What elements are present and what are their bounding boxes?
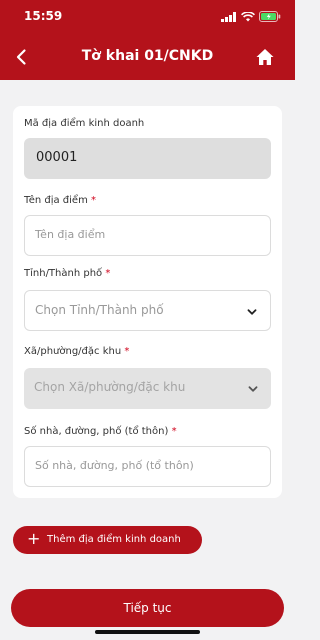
- ward-select[interactable]: Chọn Xã/phường/đặc khu: [24, 368, 271, 409]
- code-value: 00001: [36, 150, 78, 165]
- province-placeholder: Chọn Tỉnh/Thành phố: [35, 303, 164, 317]
- required-mark: *: [124, 346, 130, 357]
- home-indicator: [95, 630, 200, 634]
- chevron-down-icon: [247, 309, 257, 315]
- app-header: Tờ khai 01/CNKD: [0, 34, 295, 80]
- ward-placeholder: Chọn Xã/phường/đặc khu: [34, 380, 186, 394]
- street-input[interactable]: Số nhà, đường, phố (tổ thôn): [24, 446, 271, 487]
- province-select[interactable]: Chọn Tỉnh/Thành phố: [24, 290, 271, 331]
- name-label: Tên địa điểm *: [24, 195, 97, 206]
- home-icon[interactable]: [255, 47, 275, 67]
- battery-icon: [259, 11, 281, 22]
- status-bar: 15:59: [0, 0, 295, 34]
- street-placeholder: Số nhà, đường, phố (tổ thôn): [35, 459, 194, 472]
- add-location-button[interactable]: + Thêm địa điểm kinh doanh: [13, 526, 202, 554]
- name-input[interactable]: Tên địa điểm: [24, 215, 271, 256]
- status-icons: [221, 11, 281, 22]
- code-label: Mã địa điểm kinh doanh: [24, 118, 145, 129]
- wifi-icon: [241, 11, 255, 21]
- add-location-label: Thêm địa điểm kinh doanh: [47, 534, 181, 545]
- required-mark: *: [171, 426, 177, 437]
- signal-icon: [221, 11, 236, 22]
- required-mark: *: [91, 195, 97, 206]
- chevron-down-icon: [248, 386, 258, 392]
- plus-icon: +: [27, 529, 41, 548]
- province-label: Tỉnh/Thành phố *: [24, 268, 111, 279]
- continue-button[interactable]: Tiếp tục: [11, 589, 284, 627]
- ward-label: Xã/phường/đặc khu *: [24, 346, 130, 357]
- status-time: 15:59: [24, 9, 63, 23]
- required-mark: *: [105, 268, 111, 279]
- page-title: Tờ khai 01/CNKD: [81, 48, 214, 64]
- code-field: 00001: [24, 138, 271, 179]
- name-placeholder: Tên địa điểm: [35, 228, 106, 241]
- street-label: Số nhà, đường, phố (tổ thôn) *: [24, 426, 177, 437]
